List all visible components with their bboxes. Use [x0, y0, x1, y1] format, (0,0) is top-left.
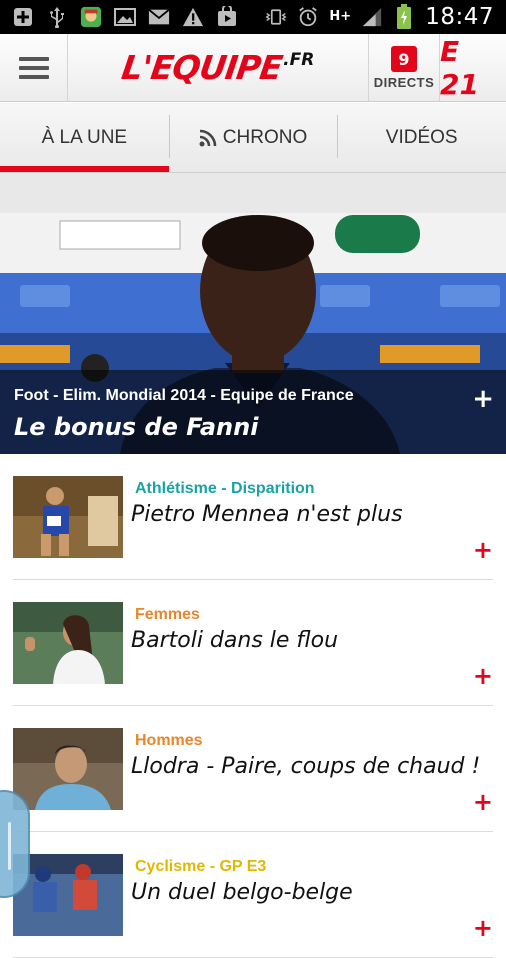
hero-article[interactable]: Foot - Elim. Mondial 2014 - Equipe de Fr…	[0, 173, 506, 454]
warning-icon	[182, 6, 204, 28]
vibrate-icon	[265, 6, 287, 28]
hero-category: Foot - Elim. Mondial 2014 - Equipe de Fr…	[14, 387, 354, 404]
article-thumbnail	[13, 728, 123, 810]
list-item[interactable]: Hommes Llodra - Paire, coups de chaud ! …	[13, 706, 493, 832]
signal-icon	[361, 6, 383, 28]
drawer-handle-grip	[8, 822, 11, 870]
image-icon	[114, 6, 136, 28]
article-category: Cyclisme - GP E3	[135, 858, 267, 875]
battery-icon	[393, 4, 415, 29]
tab-videos[interactable]: VIDÉOS	[337, 103, 506, 172]
list-item[interactable]: Femmes Bartoli dans le flou +	[13, 580, 493, 706]
directs-count-badge: 9	[391, 46, 417, 72]
article-thumbnail	[13, 602, 123, 684]
tab-label: CHRONO	[222, 126, 308, 148]
clock: 18:47	[425, 4, 494, 30]
article-category: Hommes	[135, 732, 203, 749]
hamburger-menu-icon	[18, 57, 49, 79]
article-more-button[interactable]: +	[473, 538, 493, 562]
e21-button[interactable]: E 21	[440, 34, 506, 102]
tab-label: À LA UNE	[41, 126, 128, 148]
list-item[interactable]: Cyclisme - GP E3 Un duel belgo-belge +	[13, 832, 493, 958]
tab-label: VIDÉOS	[385, 126, 458, 148]
add-icon	[12, 6, 34, 28]
app-icon	[80, 6, 102, 28]
app-header: L'EQUIPE .FR 9 DIRECTS E 21	[0, 34, 506, 102]
article-title: Un duel belgo-belge	[131, 880, 353, 905]
article-category: Femmes	[135, 606, 200, 623]
list-item[interactable]: Athlétisme - Disparition Pietro Mennea n…	[13, 454, 493, 580]
article-title: Llodra - Paire, coups de chaud !	[131, 754, 481, 779]
tab-a-la-une[interactable]: À LA UNE	[0, 103, 169, 172]
article-category: Athlétisme - Disparition	[135, 480, 315, 497]
tab-chrono[interactable]: CHRONO	[168, 103, 338, 172]
usb-icon	[46, 6, 68, 28]
article-more-button[interactable]: +	[473, 916, 493, 940]
article-more-button[interactable]: +	[473, 790, 493, 814]
logo-text: L'EQUIPE	[118, 48, 284, 87]
logo-suffix: .FR	[283, 50, 315, 70]
drawer-handle[interactable]	[0, 790, 30, 898]
tab-bar: À LA UNE CHRONO VIDÉOS	[0, 103, 506, 173]
article-title: Pietro Mennea n'est plus	[131, 502, 403, 527]
play-store-icon	[216, 6, 238, 28]
article-thumbnail	[13, 476, 123, 558]
hero-title: Le bonus de Fanni	[14, 413, 259, 441]
status-bar: H+ 18:47	[0, 0, 506, 34]
article-title: Bartoli dans le flou	[131, 628, 339, 653]
gmail-icon	[148, 6, 170, 28]
alarm-icon	[297, 6, 319, 28]
directs-label: DIRECTS	[373, 75, 435, 90]
e21-label: E 21	[440, 35, 479, 101]
hero-caption-overlay	[0, 370, 506, 454]
hero-more-button[interactable]: +	[472, 386, 494, 412]
rss-icon	[199, 129, 217, 147]
directs-button[interactable]: 9 DIRECTS	[368, 34, 440, 102]
article-more-button[interactable]: +	[473, 664, 493, 688]
menu-button[interactable]	[0, 34, 68, 102]
app-logo[interactable]: L'EQUIPE .FR	[68, 34, 368, 101]
article-list: Athlétisme - Disparition Pietro Mennea n…	[0, 454, 506, 958]
network-type: H+	[329, 9, 352, 24]
